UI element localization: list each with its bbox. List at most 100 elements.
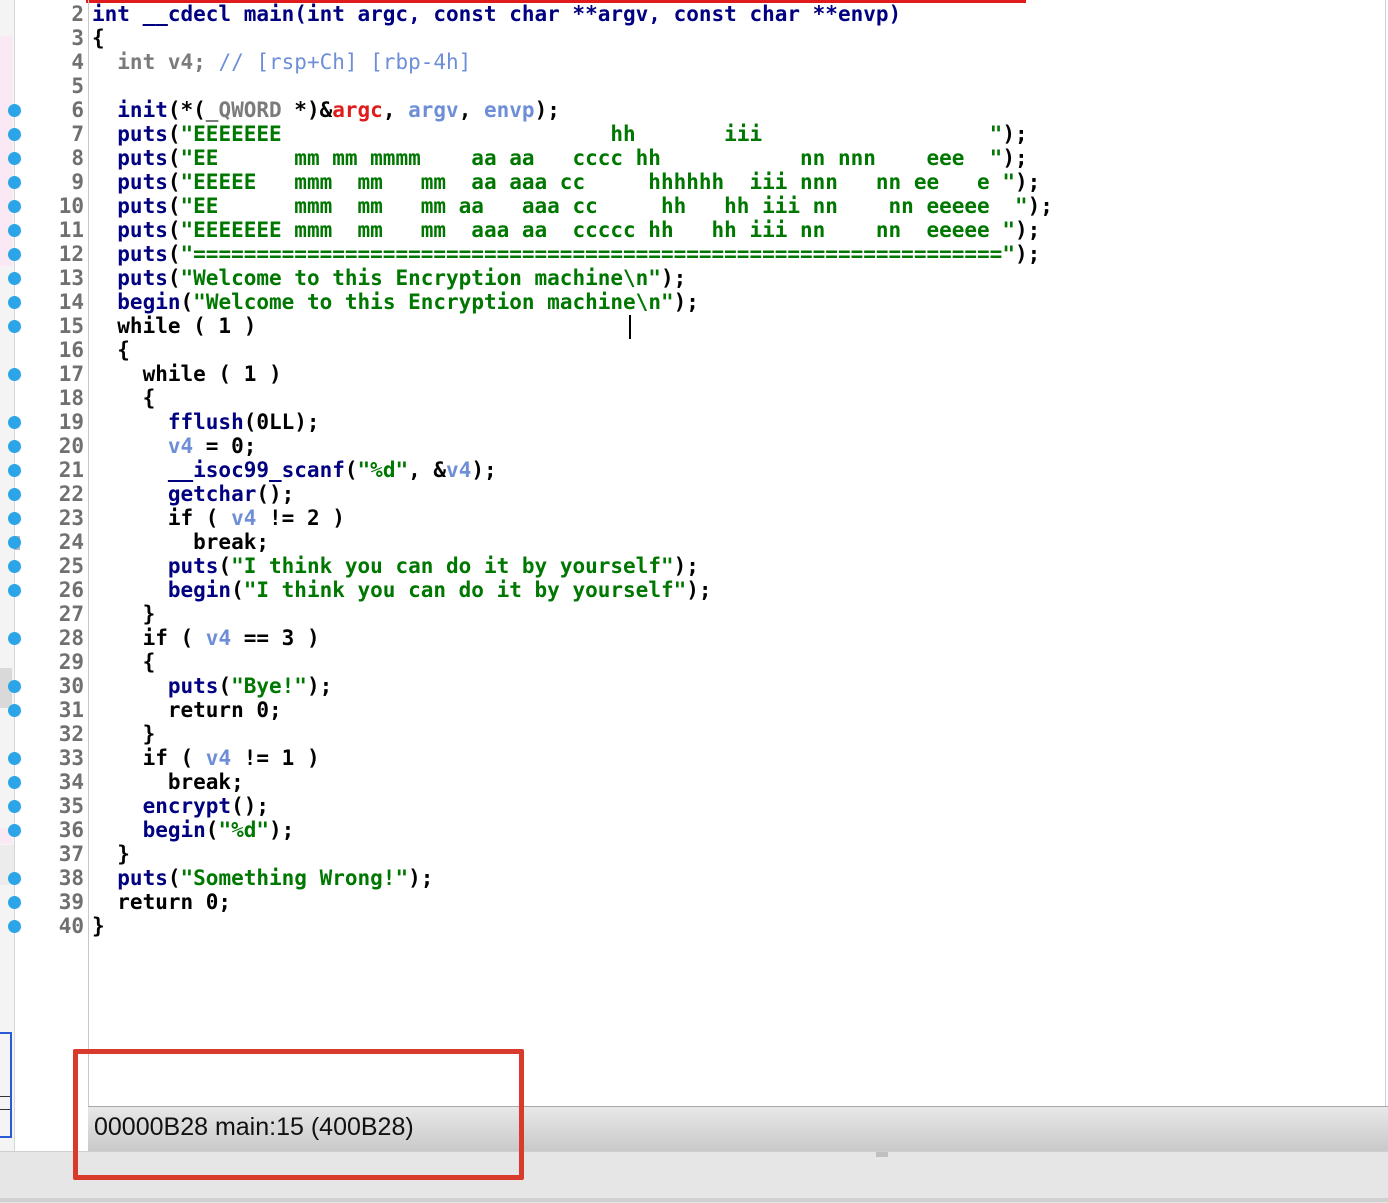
code-token: fflush <box>92 410 244 434</box>
breakpoint-dot-icon[interactable] <box>8 272 21 285</box>
breakpoint-dot-icon[interactable] <box>8 488 21 501</box>
code-line[interactable]: 9 puts("EEEEE mmm mm mm aa aaa cc hhhhhh… <box>0 170 1360 194</box>
code-line[interactable]: 20 v4 = 0; <box>0 434 1360 458</box>
breakpoint-dot-icon[interactable] <box>8 584 21 597</box>
breakpoint-dot-icon[interactable] <box>8 416 21 429</box>
breakpoint-dot-icon[interactable] <box>8 248 21 261</box>
code-token: ); <box>269 818 295 842</box>
code-token: begin <box>92 578 232 602</box>
code-line[interactable]: 30 puts("Bye!"); <box>0 674 1360 698</box>
breakpoint-dot-icon[interactable] <box>8 224 21 237</box>
breakpoint-dot-icon[interactable] <box>8 320 21 333</box>
code-line[interactable]: 35 encrypt(); <box>0 794 1360 818</box>
breakpoint-dot-icon[interactable] <box>8 536 21 549</box>
resize-grip[interactable] <box>876 1152 888 1157</box>
code-line[interactable]: 19 fflush(0LL); <box>0 410 1360 434</box>
code-line[interactable]: 34 break; <box>0 770 1360 794</box>
code-line[interactable]: 37 } <box>0 842 1360 866</box>
code-token: ); <box>686 578 712 602</box>
code-token: ); <box>1002 122 1028 146</box>
breakpoint-dot-icon[interactable] <box>8 680 21 693</box>
breakpoint-dot-icon[interactable] <box>8 104 21 117</box>
breakpoint-dot-icon[interactable] <box>8 920 21 933</box>
code-line[interactable]: 23 if ( v4 != 2 ) <box>0 506 1360 530</box>
breakpoint-dot-icon[interactable] <box>8 704 21 717</box>
line-number: 21 <box>58 458 84 482</box>
breakpoint-dot-icon[interactable] <box>8 800 21 813</box>
breakpoint-dot-icon[interactable] <box>8 128 21 141</box>
code-text: if ( v4 != 2 ) <box>92 506 345 530</box>
panel-selection-box[interactable] <box>0 1032 12 1138</box>
breakpoint-dot-icon[interactable] <box>8 896 21 909</box>
line-number: 30 <box>58 674 84 698</box>
breakpoint-dot-icon[interactable] <box>8 632 21 645</box>
line-number: 19 <box>58 410 84 434</box>
code-line[interactable]: 14 begin("Welcome to this Encryption mac… <box>0 290 1360 314</box>
code-text: { <box>92 26 105 50</box>
code-line[interactable]: 7 puts("EEEEEEE hh iii "); <box>0 122 1360 146</box>
code-line[interactable]: 8 puts("EE mm mm mmmm aa aa cccc hh nn n… <box>0 146 1360 170</box>
code-line[interactable]: 29 { <box>0 650 1360 674</box>
code-token: v4 <box>231 506 257 530</box>
code-line[interactable]: 3{ <box>0 26 1360 50</box>
breakpoint-dot-icon[interactable] <box>8 560 21 573</box>
breakpoint-dot-icon[interactable] <box>8 368 21 381</box>
panel-tick <box>0 1096 10 1110</box>
code-text: if ( v4 == 3 ) <box>92 626 320 650</box>
code-line[interactable]: 32 } <box>0 722 1360 746</box>
code-line[interactable]: 38 puts("Something Wrong!"); <box>0 866 1360 890</box>
code-text: } <box>92 842 130 866</box>
code-line[interactable]: 24 break; <box>0 530 1360 554</box>
code-line[interactable]: 31 return 0; <box>0 698 1360 722</box>
code-line[interactable]: 26 begin("I think you can do it by yours… <box>0 578 1360 602</box>
code-line[interactable]: 4 int v4; // [rsp+Ch] [rbp-4h] <box>0 50 1360 74</box>
breakpoint-dot-icon[interactable] <box>8 200 21 213</box>
code-token: "EEEEEEE mmm mm mm aaa aa ccccc hh hh ii… <box>180 218 1015 242</box>
code-line[interactable]: 17 while ( 1 ) <box>0 362 1360 386</box>
code-token: puts <box>92 554 219 578</box>
code-line[interactable]: 33 if ( v4 != 1 ) <box>0 746 1360 770</box>
code-text: { <box>92 386 156 410</box>
code-text: if ( v4 != 1 ) <box>92 746 320 770</box>
code-token: ); <box>534 98 560 122</box>
breakpoint-dot-icon[interactable] <box>8 776 21 789</box>
breakpoint-dot-icon[interactable] <box>8 296 21 309</box>
code-line[interactable]: 40} <box>0 914 1360 938</box>
pseudocode-view[interactable]: 2 int __cdecl main(int argc, const char *… <box>8 0 1388 1106</box>
code-line[interactable]: 5 <box>0 74 1360 98</box>
code-line[interactable]: 10 puts("EE mmm mm mm aa aaa cc hh hh ii… <box>0 194 1360 218</box>
code-token: ( <box>218 674 232 698</box>
code-line[interactable]: 15 while ( 1 ) <box>0 314 1360 338</box>
code-token: ); <box>306 674 333 698</box>
breakpoint-dot-icon[interactable] <box>8 512 21 525</box>
code-line[interactable]: 18 { <box>0 386 1360 410</box>
breakpoint-dot-icon[interactable] <box>8 752 21 765</box>
line-number: 20 <box>58 434 84 458</box>
code-line[interactable]: 27 } <box>0 602 1360 626</box>
breakpoint-dot-icon[interactable] <box>8 152 21 165</box>
code-line[interactable]: 12 puts("===============================… <box>0 242 1360 266</box>
code-line[interactable]: 39 return 0; <box>0 890 1360 914</box>
code-line[interactable]: 36 begin("%d"); <box>0 818 1360 842</box>
code-token: { <box>92 386 156 410</box>
scrollbar-edge[interactable] <box>1385 0 1386 1106</box>
code-token: "Bye!" <box>231 674 307 698</box>
code-line[interactable]: 13 puts("Welcome to this Encryption mach… <box>0 266 1360 290</box>
code-line[interactable]: 11 puts("EEEEEEE mmm mm mm aaa aa ccccc … <box>0 218 1360 242</box>
code-token: ( <box>344 458 358 482</box>
code-token: "I think you can do it by yourself" <box>243 578 687 602</box>
code-line[interactable]: 21 __isoc99_scanf("%d", &v4); <box>0 458 1360 482</box>
code-line[interactable]: 2 int __cdecl main(int argc, const char *… <box>0 2 1360 26</box>
breakpoint-dot-icon[interactable] <box>8 872 21 885</box>
code-token: ( <box>205 818 219 842</box>
breakpoint-dot-icon[interactable] <box>8 176 21 189</box>
code-line[interactable]: 28 if ( v4 == 3 ) <box>0 626 1360 650</box>
breakpoint-dot-icon[interactable] <box>8 440 21 453</box>
code-token: v4 <box>205 746 232 770</box>
breakpoint-dot-icon[interactable] <box>8 824 21 837</box>
breakpoint-dot-icon[interactable] <box>8 464 21 477</box>
code-line[interactable]: 16 { <box>0 338 1360 362</box>
code-line[interactable]: 22 getchar(); <box>0 482 1360 506</box>
code-line[interactable]: 6 init(*(_QWORD *)&argc, argv, envp); <box>0 98 1360 122</box>
code-line[interactable]: 25 puts("I think you can do it by yourse… <box>0 554 1360 578</box>
